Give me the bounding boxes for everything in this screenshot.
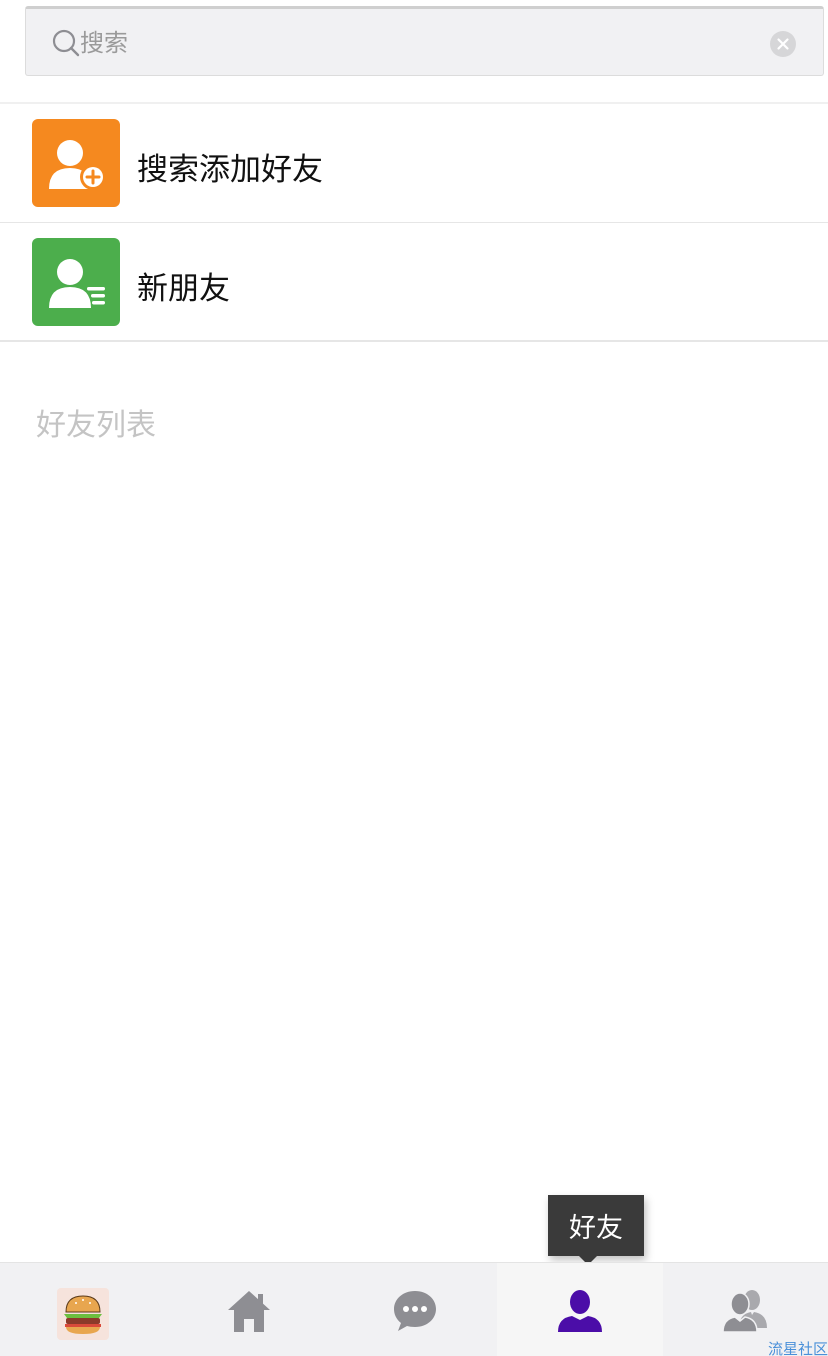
add-friend-icon (32, 119, 120, 207)
search-bar[interactable] (25, 6, 824, 76)
divider (0, 340, 828, 342)
friends-page: 搜索添加好友 新朋友 好友列表 好友 (0, 0, 828, 1356)
tab-friends[interactable] (497, 1263, 663, 1356)
list-item-label: 搜索添加好友 (137, 152, 323, 188)
watermark: 流星社区 (767, 1340, 828, 1356)
person-icon (558, 1290, 602, 1332)
tab-home[interactable] (166, 1263, 332, 1356)
list-item-new-friends[interactable]: 新朋友 (0, 223, 828, 342)
new-friends-icon (32, 238, 120, 326)
section-title-friend-list: 好友列表 (36, 408, 156, 443)
list-item-label: 新朋友 (137, 271, 230, 307)
tab-avatar[interactable] (0, 1263, 166, 1356)
chat-icon (394, 1291, 436, 1331)
home-icon (228, 1291, 270, 1332)
tab-bar (0, 1262, 828, 1356)
tab-chat[interactable] (332, 1263, 498, 1356)
search-input[interactable] (80, 21, 760, 65)
list-item-add-friend[interactable]: 搜索添加好友 (0, 104, 828, 223)
clear-icon[interactable] (770, 31, 796, 57)
group-icon (722, 1290, 767, 1333)
tab-tooltip: 好友 (548, 1195, 644, 1256)
search-header (0, 0, 828, 102)
search-icon (52, 29, 80, 57)
burger-avatar (57, 1288, 109, 1340)
